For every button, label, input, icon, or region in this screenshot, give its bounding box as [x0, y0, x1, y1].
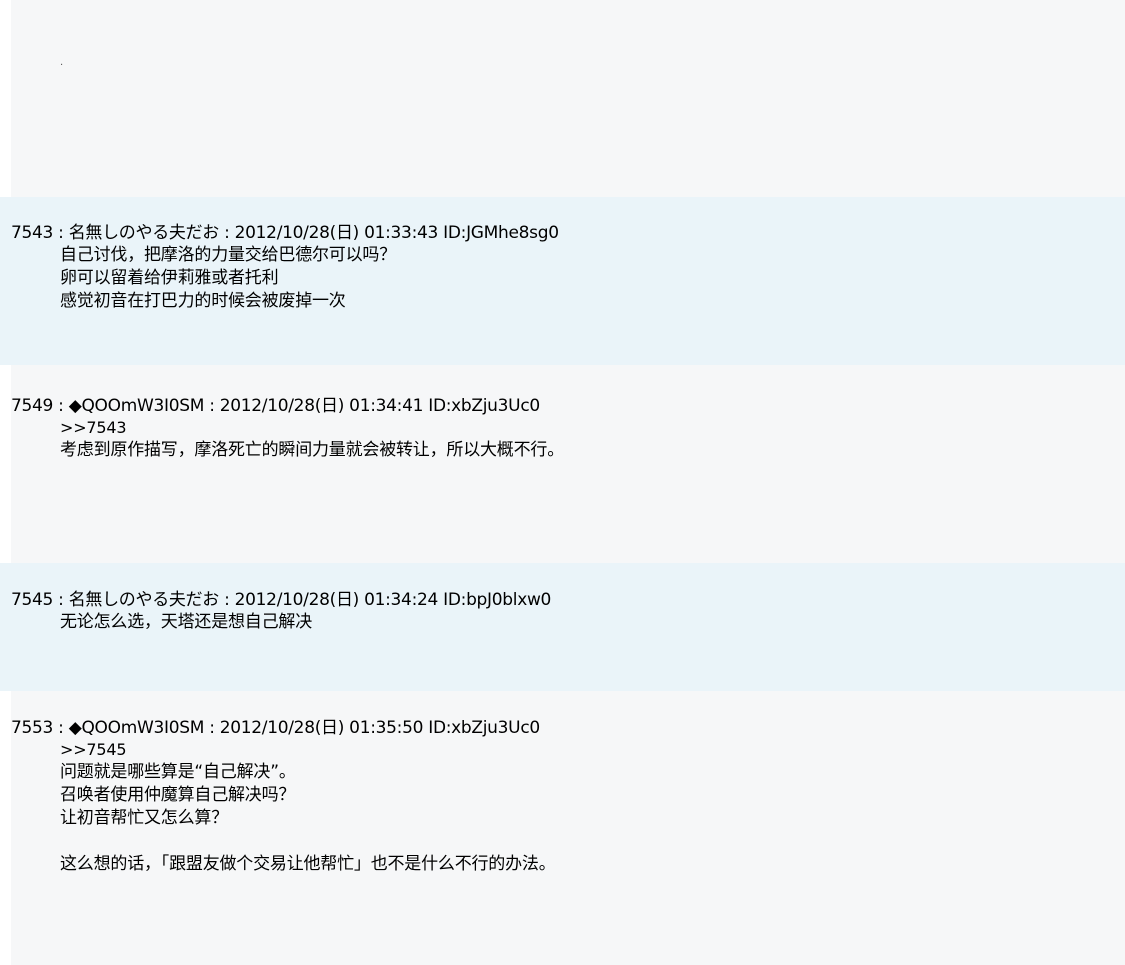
- post-line: 让初音帮忙又怎么算？: [60, 808, 228, 828]
- post-body: 无论怎么选，天塔还是想自己解决: [60, 611, 312, 634]
- post-body: >>7543 考虑到原作描写，摩洛死亡的瞬间力量就会被转让，所以大概不行。: [60, 416, 564, 462]
- post-line: 感觉初音在打巴力的时候会被废掉一次: [60, 291, 346, 311]
- post-body: >>7545 问题就是哪些算是“自己解决”。 召唤者使用仲魔算自己解决吗？ 让初…: [60, 738, 556, 876]
- post-7545: 7545 : 名無しのやる夫だお : 2012/10/28(日) 01:34:2…: [0, 563, 1125, 691]
- post-line: [60, 830, 556, 853]
- post-body: 自己讨伐，把摩洛的力量交给巴德尔可以吗？ 卵可以留着给伊莉雅或者托利 感觉初音在…: [60, 244, 396, 313]
- post-line: 卵可以留着给伊莉雅或者托利: [60, 268, 279, 288]
- post-line: 这么想的话，「跟盟友做个交易让他帮忙」也不是什么不行的办法。: [60, 854, 556, 874]
- reply-anchor-link[interactable]: >>7545: [60, 738, 556, 761]
- post-line: 召唤者使用仲魔算自己解决吗？: [60, 785, 296, 805]
- reply-anchor-link[interactable]: >>7543: [60, 416, 564, 439]
- post-7553: 7553 : ◆QOOmW3I0SM : 2012/10/28(日) 01:35…: [0, 691, 1125, 965]
- post-line: 考虑到原作描写，摩洛死亡的瞬间力量就会被转让，所以大概不行。: [60, 440, 564, 460]
- post-header: 7553 : ◆QOOmW3I0SM : 2012/10/28(日) 01:35…: [11, 718, 540, 738]
- post-7543: 7543 : 名無しのやる夫だお : 2012/10/28(日) 01:33:4…: [0, 197, 1125, 365]
- intro-dot: .: [60, 57, 64, 68]
- post-7549: 7549 : ◆QOOmW3I0SM : 2012/10/28(日) 01:34…: [0, 365, 1125, 563]
- post-line: 无论怎么选，天塔还是想自己解决: [60, 612, 312, 632]
- post-header: 7549 : ◆QOOmW3I0SM : 2012/10/28(日) 01:34…: [11, 396, 540, 416]
- post-header: 7545 : 名無しのやる夫だお : 2012/10/28(日) 01:34:2…: [11, 590, 552, 610]
- post-header: 7543 : 名無しのやる夫だお : 2012/10/28(日) 01:33:4…: [11, 223, 559, 243]
- post-line: 自己讨伐，把摩洛的力量交给巴德尔可以吗？: [60, 245, 396, 265]
- post-line: 问题就是哪些算是“自己解决”。: [60, 762, 296, 782]
